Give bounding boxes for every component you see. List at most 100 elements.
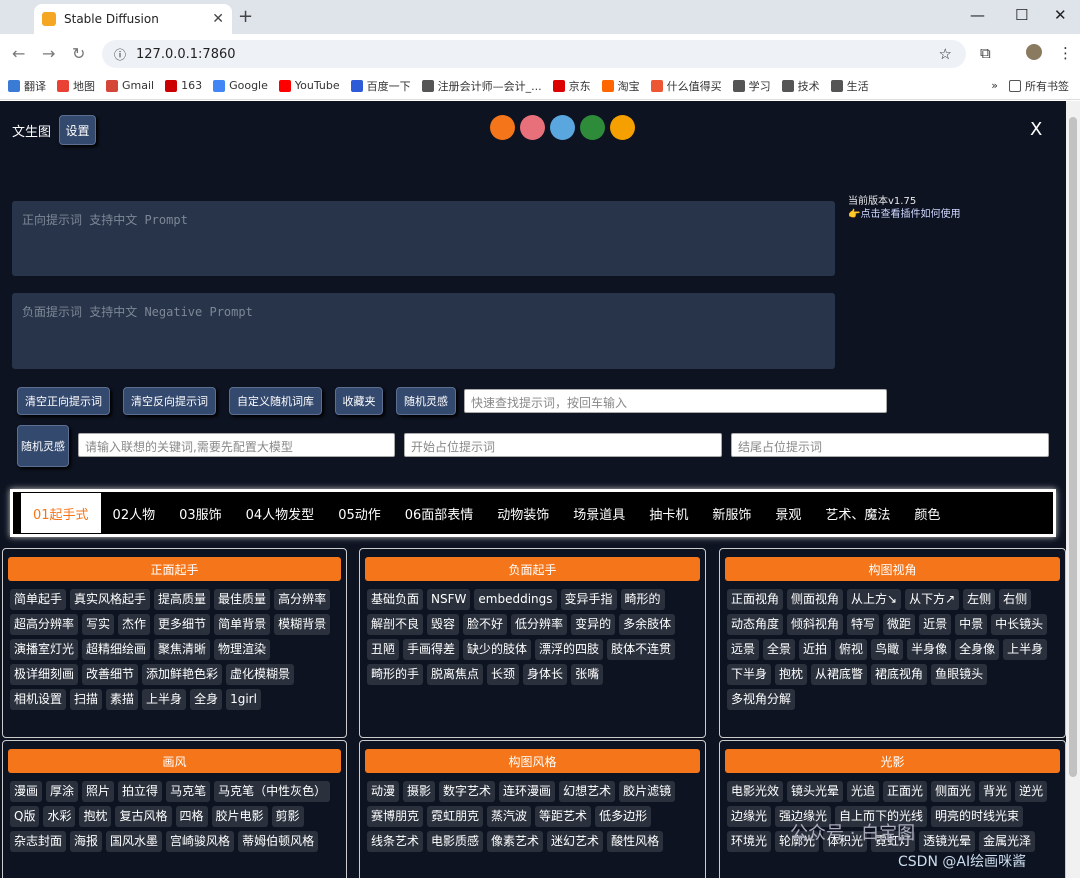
prompt-tag[interactable]: 演播室灯光 <box>10 639 79 660</box>
reload-icon[interactable]: ↻ <box>72 44 90 63</box>
prompt-tag[interactable]: 左侧 <box>963 589 996 610</box>
new-tab-icon[interactable]: + <box>238 6 253 27</box>
bookmark-item[interactable]: 翻译 <box>8 78 46 94</box>
prompt-tag[interactable]: 畸形的 <box>620 589 665 610</box>
bookmark-item[interactable]: 京东 <box>552 78 591 94</box>
end-placeholder-input[interactable]: 结尾占位提示词 <box>731 433 1049 457</box>
prompt-tag[interactable]: 剪影 <box>271 806 304 827</box>
prompt-tag[interactable]: 电影质感 <box>427 831 484 852</box>
theme-color-dot[interactable] <box>490 115 515 140</box>
prompt-tag[interactable]: 从上方↘ <box>847 589 902 610</box>
prompt-tag[interactable]: 相机设置 <box>10 689 67 710</box>
prompt-tag[interactable]: 右侧 <box>999 589 1032 610</box>
bookmarks-overflow-icon[interactable]: » <box>991 79 998 92</box>
prompt-tag[interactable]: 线条艺术 <box>367 831 424 852</box>
category-tab[interactable]: 03服饰 <box>167 493 234 533</box>
prompt-tag[interactable]: 镜头光晕 <box>787 781 844 802</box>
prompt-tag[interactable]: 正面视角 <box>727 589 784 610</box>
bookmark-item[interactable]: 百度一下 <box>350 78 411 94</box>
bookmark-item[interactable]: 注册会计师—会计_... <box>421 78 542 94</box>
prompt-tag[interactable]: 迷幻艺术 <box>547 831 604 852</box>
prompt-tag[interactable]: 拍立得 <box>118 781 163 802</box>
prompt-tag[interactable]: 杂志封面 <box>10 831 67 852</box>
category-tab[interactable]: 景观 <box>763 493 813 533</box>
prompt-tag[interactable]: 脸不好 <box>463 614 508 635</box>
prompt-tag[interactable]: 边缘光 <box>727 806 772 827</box>
prompt-tag[interactable]: 俯视 <box>835 639 868 660</box>
category-tab[interactable]: 艺术、魔法 <box>813 493 902 533</box>
theme-color-dot[interactable] <box>580 115 605 140</box>
prompt-tag[interactable]: 变异的 <box>571 614 616 635</box>
prompt-tag[interactable]: 缺少的肢体 <box>463 639 532 660</box>
prompt-tag[interactable]: 透镜光晕 <box>919 831 976 852</box>
prompt-tag[interactable]: 长颈 <box>487 664 520 685</box>
category-tab[interactable]: 05动作 <box>326 493 393 533</box>
minimize-icon[interactable]: — <box>970 6 985 24</box>
prompt-tag[interactable]: 等距艺术 <box>535 806 592 827</box>
settings-button[interactable]: 设置 <box>59 115 96 145</box>
prompt-tag[interactable]: Q版 <box>10 806 40 827</box>
bookmark-item[interactable]: YouTube <box>278 78 340 94</box>
avatar[interactable] <box>1026 44 1042 60</box>
prompt-tag[interactable]: 简单起手 <box>10 589 67 610</box>
bookmark-item[interactable]: 163 <box>165 78 202 94</box>
prompt-tag[interactable]: 胶片滤镜 <box>619 781 676 802</box>
start-placeholder-input[interactable]: 开始占位提示词 <box>404 433 722 457</box>
maximize-icon[interactable]: ☐ <box>1015 6 1028 24</box>
prompt-tag[interactable]: 侧面视角 <box>787 589 844 610</box>
category-tab[interactable]: 新服饰 <box>700 493 763 533</box>
prompt-tag[interactable]: 身体长 <box>523 664 568 685</box>
prompt-tag[interactable]: 变异手指 <box>560 589 617 610</box>
back-icon[interactable]: ← <box>12 44 30 63</box>
prompt-tag[interactable]: 聚焦清晰 <box>154 639 211 660</box>
negative-prompt-textarea[interactable]: 负面提示词 支持中文 Negative Prompt <box>12 293 835 369</box>
prompt-tag[interactable]: 四格 <box>175 806 208 827</box>
prompt-tag[interactable]: 远景 <box>727 639 760 660</box>
prompt-tag[interactable]: 下半身 <box>727 664 772 685</box>
prompt-tag[interactable]: 马克笔（中性灰色） <box>214 781 331 802</box>
prompt-tag[interactable]: 畸形的手 <box>367 664 424 685</box>
prompt-tag[interactable]: 肢体不连贯 <box>607 639 676 660</box>
prompt-tag[interactable]: 全身 <box>190 689 223 710</box>
bookmark-item[interactable]: 生活 <box>830 78 869 94</box>
prompt-tag[interactable]: 复古风格 <box>115 806 172 827</box>
prompt-tag[interactable]: 侧面光 <box>931 781 976 802</box>
prompt-tag[interactable]: 全身像 <box>955 639 1000 660</box>
prompt-tag[interactable]: 模糊背景 <box>274 614 331 635</box>
prompt-tag[interactable]: 提高质量 <box>154 589 211 610</box>
all-bookmarks[interactable]: 所有书签 <box>1009 78 1069 94</box>
prompt-tag[interactable]: 近拍 <box>799 639 832 660</box>
random-inspire-2-button[interactable]: 随机灵感 <box>17 425 69 467</box>
bookmark-item[interactable]: 淘宝 <box>601 78 640 94</box>
theme-color-dot[interactable] <box>550 115 575 140</box>
prompt-tag[interactable]: 海报 <box>70 831 103 852</box>
prompt-tag[interactable]: 从下方↗ <box>905 589 960 610</box>
prompt-tag[interactable]: 金属光泽 <box>979 831 1036 852</box>
theme-color-dot[interactable] <box>610 115 635 140</box>
prompt-tag[interactable]: 最佳质量 <box>214 589 271 610</box>
category-tab[interactable]: 04人物发型 <box>234 493 327 533</box>
prompt-tag[interactable]: 多余肢体 <box>619 614 676 635</box>
prompt-tag[interactable]: 照片 <box>82 781 115 802</box>
category-tab[interactable]: 02人物 <box>101 493 168 533</box>
keyword-input[interactable]: 请输入联想的关键词,需要先配置大模型 <box>78 433 395 457</box>
category-tab[interactable]: 颜色 <box>902 493 952 533</box>
prompt-tag[interactable]: 超高分辨率 <box>10 614 79 635</box>
prompt-tag[interactable]: 光追 <box>847 781 880 802</box>
prompt-tag[interactable]: 环境光 <box>727 831 772 852</box>
prompt-tag[interactable]: 真实风格起手 <box>70 589 151 610</box>
prompt-tag[interactable]: 逆光 <box>1015 781 1048 802</box>
prompt-tag[interactable]: 更多细节 <box>154 614 211 635</box>
prompt-tag[interactable]: 漂浮的四肢 <box>535 639 604 660</box>
prompt-tag[interactable]: 酸性风格 <box>607 831 664 852</box>
category-tab[interactable]: 01起手式 <box>21 493 101 533</box>
prompt-tag[interactable]: 写实 <box>82 614 115 635</box>
prompt-tag[interactable]: 明亮的时线光束 <box>931 806 1024 827</box>
prompt-tag[interactable]: 虚化模糊景 <box>226 664 295 685</box>
help-link[interactable]: 👉点击查看插件如何使用 <box>848 208 960 221</box>
scrollbar-thumb[interactable] <box>1069 117 1077 777</box>
prompt-tag[interactable]: 背光 <box>979 781 1012 802</box>
prompt-tag[interactable]: 像素艺术 <box>487 831 544 852</box>
prompt-tag[interactable]: 丑陋 <box>367 639 400 660</box>
prompt-tag[interactable]: 蒸汽波 <box>487 806 532 827</box>
